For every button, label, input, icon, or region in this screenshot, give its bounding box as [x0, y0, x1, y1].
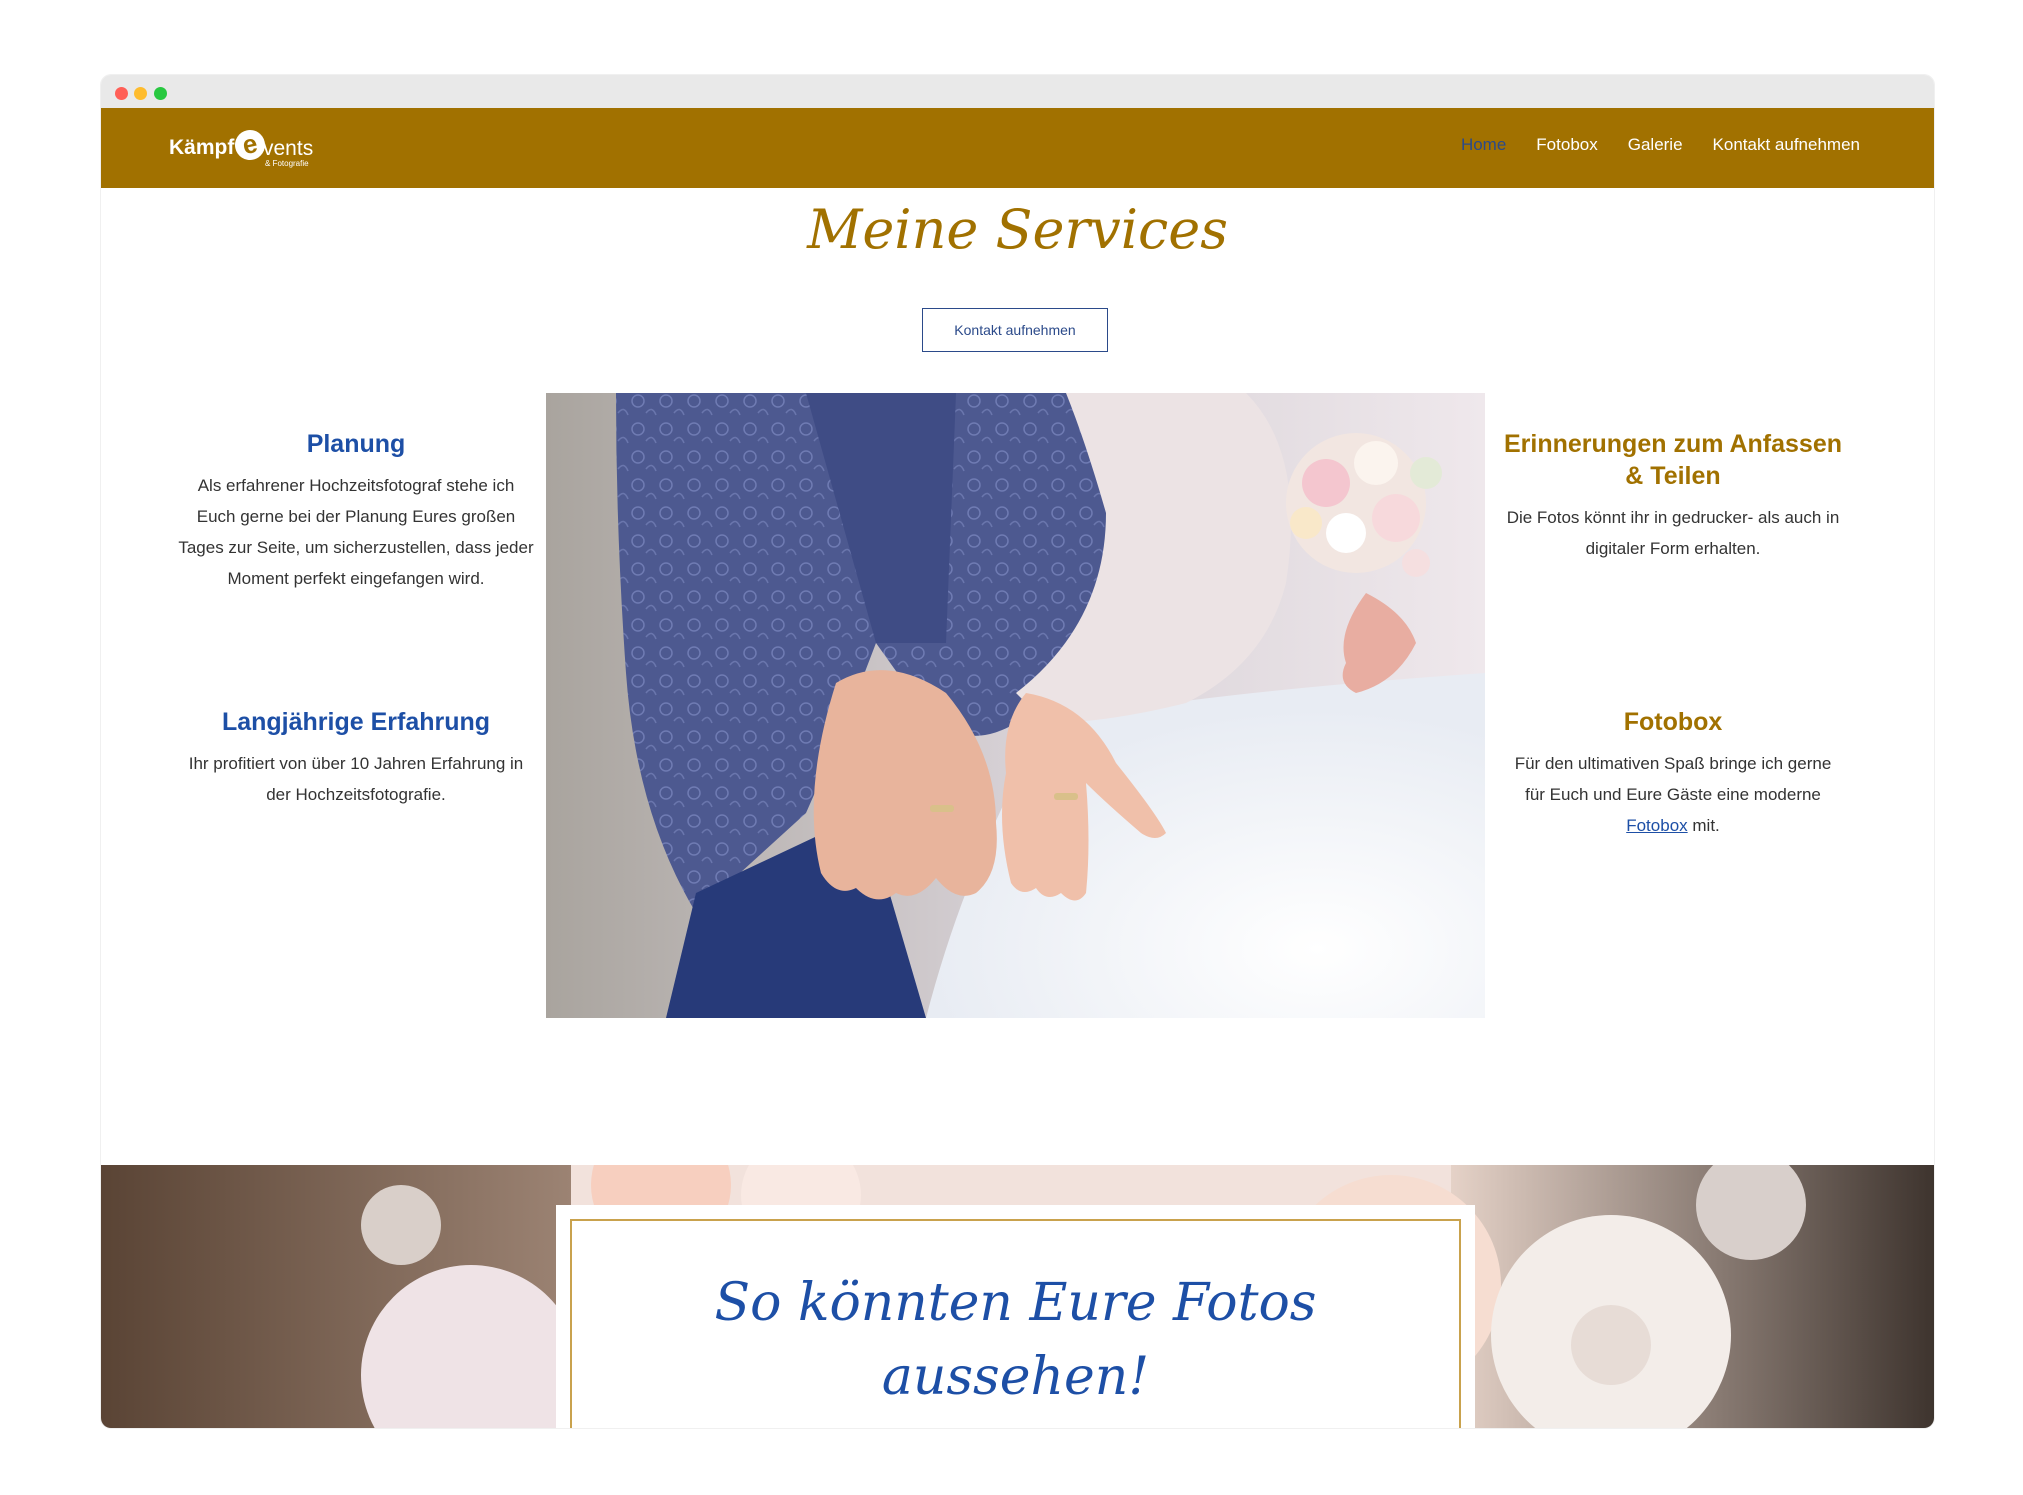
- banner-title-line-1: So könnten Eure Fotos: [714, 1273, 1317, 1333]
- service-text: Ihr profitiert von über 10 Jahren Erfahr…: [188, 754, 524, 804]
- minimize-window-dot[interactable]: [134, 87, 147, 100]
- nav-item-galerie[interactable]: Galerie: [1628, 135, 1683, 155]
- banner-card: So könnten Eure Fotos aussehen!: [556, 1205, 1475, 1428]
- site-header: Kämpf e vents & Fotografie Home Fotobox …: [101, 108, 1934, 188]
- service-text: Für den ultimativen Spaß bringe ich gern…: [1513, 748, 1833, 841]
- service-erinnerungen: Erinnerungen zum Anfassen & Teilen Die F…: [1493, 428, 1853, 564]
- banner-frame: So könnten Eure Fotos aussehen!: [570, 1219, 1461, 1428]
- browser-chrome: [101, 75, 1934, 108]
- logo-text-main: Kämpf: [169, 136, 235, 159]
- service-title: Planung: [306, 430, 406, 458]
- service-text-before: Für den ultimativen Spaß bringe ich gern…: [1514, 754, 1832, 804]
- service-title: Erinnerungen zum Anfassen & Teilen: [1503, 430, 1842, 490]
- maximize-window-dot[interactable]: [154, 87, 167, 100]
- wedding-hands-photo: [546, 393, 1485, 1018]
- service-planung: Planung Als erfahrener Hochzeitsfotograf…: [176, 428, 536, 594]
- service-fotobox: Fotobox Für den ultimativen Spaß bringe …: [1513, 706, 1833, 841]
- fotobox-link[interactable]: Fotobox: [1626, 816, 1687, 835]
- close-window-dot[interactable]: [115, 87, 128, 100]
- nav-item-home[interactable]: Home: [1461, 135, 1506, 155]
- service-title: Langjährige Erfahrung: [221, 708, 491, 736]
- section-heading: Meine Services: [807, 198, 1228, 261]
- logo-subtitle: & Fotografie: [265, 159, 309, 168]
- nav-item-fotobox[interactable]: Fotobox: [1536, 135, 1597, 155]
- gallery-banner: So könnten Eure Fotos aussehen!: [101, 1165, 1934, 1428]
- banner-title-line-2: aussehen!: [881, 1347, 1150, 1407]
- browser-window: Kämpf e vents & Fotografie Home Fotobox …: [101, 75, 1934, 1428]
- service-erfahrung: Langjährige Erfahrung Ihr profitiert von…: [176, 706, 536, 810]
- contact-button[interactable]: Kontakt aufnehmen: [922, 308, 1108, 352]
- main-nav: Home Fotobox Galerie Kontakt aufnehmen: [1461, 135, 1860, 155]
- nav-item-kontakt[interactable]: Kontakt aufnehmen: [1713, 135, 1860, 155]
- service-text: Die Fotos könnt ihr in gedrucker- als au…: [1506, 508, 1840, 558]
- service-text: Als erfahrener Hochzeitsfotograf stehe i…: [178, 476, 534, 588]
- logo-text-rest: vents: [263, 137, 314, 160]
- banner-title: So könnten Eure Fotos aussehen!: [572, 1266, 1459, 1414]
- service-text-after: mit.: [1692, 816, 1720, 835]
- service-title: Fotobox: [1623, 708, 1723, 736]
